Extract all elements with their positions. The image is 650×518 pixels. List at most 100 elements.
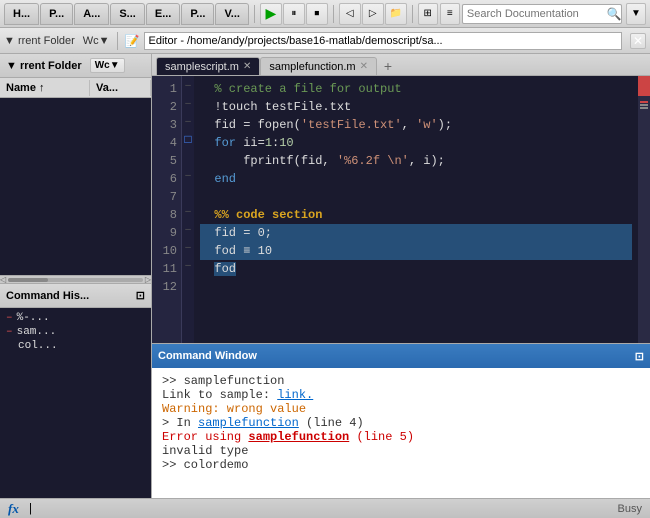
cmd-history-header: Command His... ⊡ [0,284,151,308]
marker-6: – [182,166,194,184]
col-name-header: Name ↑ [0,80,90,96]
editor-close-button[interactable]: ✕ [630,33,646,49]
tab-add-button[interactable]: + [379,57,397,75]
run-button[interactable]: ▶ [260,3,282,25]
line-num-7: 7 [156,188,177,206]
vscroll-thumb[interactable] [638,76,650,96]
bottom-bar: fx Busy [0,498,650,518]
tab-group: H... P... A... S... E... P... V... [4,3,249,25]
code-line-6: end [200,170,632,188]
left-panel: ▼ rrent Folder Wc▼ Name ↑ Va... ◁ ▷ Comm… [0,54,152,498]
cmd-warning-text: Warning: wrong value [162,402,306,416]
search-box[interactable]: 🔍 [462,4,622,24]
line-num-12: 12 [156,278,177,296]
tab-home[interactable]: H... [4,3,39,25]
marker-9: – [182,220,194,238]
folder-label: ▼ rrent Folder [4,35,75,47]
search-icon: 🔍 [607,7,622,21]
code-line-5: fprintf(fid, '%6.2f \n', i); [200,152,632,170]
vscroll-marker-2 [640,104,648,106]
editor-panel: samplescript.m ✕ samplefunction.m ✕ + 1 … [152,54,650,344]
search-input[interactable] [467,8,607,20]
marker-7 [182,184,194,202]
status-text: Busy [618,503,642,515]
tab-editor[interactable]: E... [146,3,181,25]
marker-8: – [182,202,194,220]
line-num-8: 8 [156,206,177,224]
layout-button[interactable]: ⊞ [418,3,438,25]
file-browser-title: ▼ rrent Folder [6,60,82,72]
code-line-12 [200,278,632,296]
scroll-left-icon[interactable]: ◁ [0,275,6,284]
tab-samplescript-close[interactable]: ✕ [243,61,251,72]
cmd-history-expand[interactable]: ⊡ [136,289,145,302]
toolbar-sep-1 [254,5,255,23]
editor-tabs-bar: samplescript.m ✕ samplefunction.m ✕ + [152,54,650,76]
marker-1: – [182,76,194,94]
cmd-in-label: > In [162,416,198,430]
menu-button[interactable]: ≡ [440,3,460,25]
cmd-invalid-type: invalid type [162,444,248,458]
line-num-5: 5 [156,152,177,170]
file-scrollbar[interactable]: ◁ ▷ [0,275,151,283]
cmd-error-func[interactable]: samplefunction [248,430,349,444]
code-line-9: fid = 0; [200,224,632,242]
filter-button[interactable]: ▼ [626,3,646,25]
cmd-input[interactable] [27,502,618,516]
history-text-3: col... [18,340,58,352]
workspace-btn[interactable]: Wc▼ [90,58,125,73]
cmd-window-header: Command Window ⊡ [152,344,650,368]
tab-publish[interactable]: P... [181,3,214,25]
tab-samplefunction-close[interactable]: ✕ [360,61,368,72]
tab-samplefunction[interactable]: samplefunction.m ✕ [260,57,377,75]
tab-script[interactable]: S... [110,3,145,25]
line-num-2: 2 [156,98,177,116]
tab-samplescript[interactable]: samplescript.m ✕ [156,57,260,75]
path-input[interactable] [144,32,622,50]
scroll-thumb[interactable] [8,278,48,282]
marker-12 [182,274,194,292]
vscroll-marker-3 [640,107,648,109]
code-body: 1 2 3 4 5 6 7 8 9 10 11 12 – – – [152,76,650,343]
back-button[interactable]: ◁ [339,3,361,25]
tab-view[interactable]: V... [215,3,249,25]
cmd-prompt-2: >> colordemo [162,458,248,472]
line-num-10: 10 [156,242,177,260]
marker-5 [182,148,194,166]
marker-3: – [182,112,194,130]
path-bar: ▼ rrent Folder Wc▼ 📝 ✕ [0,28,650,54]
scroll-right-icon[interactable]: ▷ [145,275,151,284]
main-toolbar: H... P... A... S... E... P... V... ▶ ⏸ ⏹… [0,0,650,28]
step-button[interactable]: ⏸ [283,3,305,25]
cmd-history-body: – %-... – sam... col... [0,308,151,498]
cmd-link-text[interactable]: link. [277,388,313,402]
cmd-window-body[interactable]: >> samplefunction Link to sample: link. … [152,368,650,498]
fwd-button[interactable]: ▷ [362,3,384,25]
code-editor[interactable]: % create a file for output !touch testFi… [194,76,638,343]
cmd-window-expand[interactable]: ⊡ [635,350,644,363]
line-num-6: 6 [156,170,177,188]
tab-plots[interactable]: P... [40,3,73,25]
tab-samplescript-label: samplescript.m [165,61,239,73]
cmd-samplefunc-link[interactable]: samplefunction [198,416,299,430]
run-controls: ▶ ⏸ ⏹ [260,3,328,25]
fx-icon: fx [8,501,19,517]
line-num-1: 1 [156,80,177,98]
history-dash-2: – [6,326,13,338]
workspace-label: Wc▼ [83,35,110,47]
editor-vscroll[interactable] [638,76,650,343]
scroll-track[interactable] [8,278,143,282]
marker-11: – [182,256,194,274]
code-line-4: for ii=1:10 [200,134,632,152]
toolbar-sep-3 [412,5,413,23]
right-panel: samplescript.m ✕ samplefunction.m ✕ + 1 … [152,54,650,498]
file-browser: ▼ rrent Folder Wc▼ Name ↑ Va... ◁ ▷ [0,54,151,284]
cmd-line-2: Link to sample: link. [162,388,640,402]
tab-apps[interactable]: A... [74,3,109,25]
file-browser-header: ▼ rrent Folder Wc▼ [0,54,151,78]
stop-button[interactable]: ⏹ [306,3,328,25]
file-list [0,98,151,275]
cmd-line-4: > In samplefunction (line 4) [162,416,640,430]
browse-button[interactable]: 📁 [385,3,407,25]
cmd-prompt-1: >> samplefunction [162,374,284,388]
